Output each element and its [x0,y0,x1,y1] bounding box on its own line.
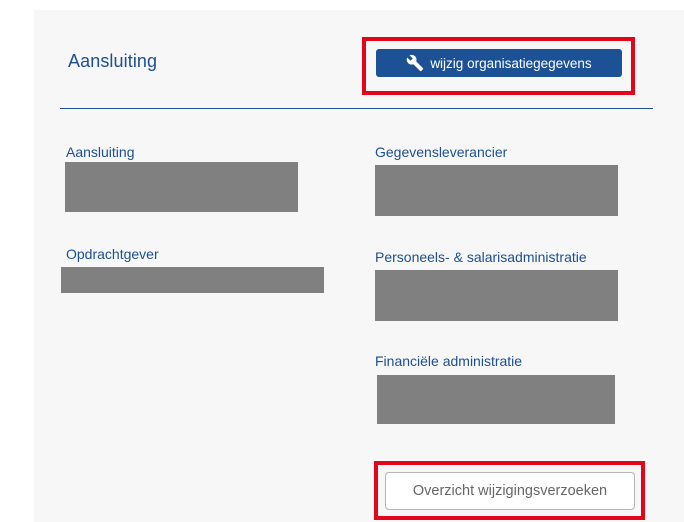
label-personeels-salarisadministratie: Personeels- & salarisadministratie [375,249,587,265]
redacted-opdrachtgever [61,267,324,293]
redacted-personeels-salarisadministratie [375,270,618,321]
edit-organization-label: wijzig organisatiegegevens [430,55,592,71]
section-divider [60,108,653,109]
label-financiele-administratie: Financiële administratie [375,353,523,369]
redacted-financiele-administratie [377,375,615,424]
wrench-icon [406,54,424,72]
redacted-gegevensleverancier [375,165,618,216]
label-opdrachtgever: Opdrachtgever [66,246,159,262]
edit-organization-button[interactable]: wijzig organisatiegegevens [376,49,622,77]
redacted-aansluiting [65,162,298,212]
label-gegevensleverancier: Gegevensleverancier [375,144,508,160]
section-title: Aansluiting [68,51,158,71]
change-requests-overview-button[interactable]: Overzicht wijzigingsverzoeken [385,472,635,510]
label-aansluiting: Aansluiting [66,144,135,160]
